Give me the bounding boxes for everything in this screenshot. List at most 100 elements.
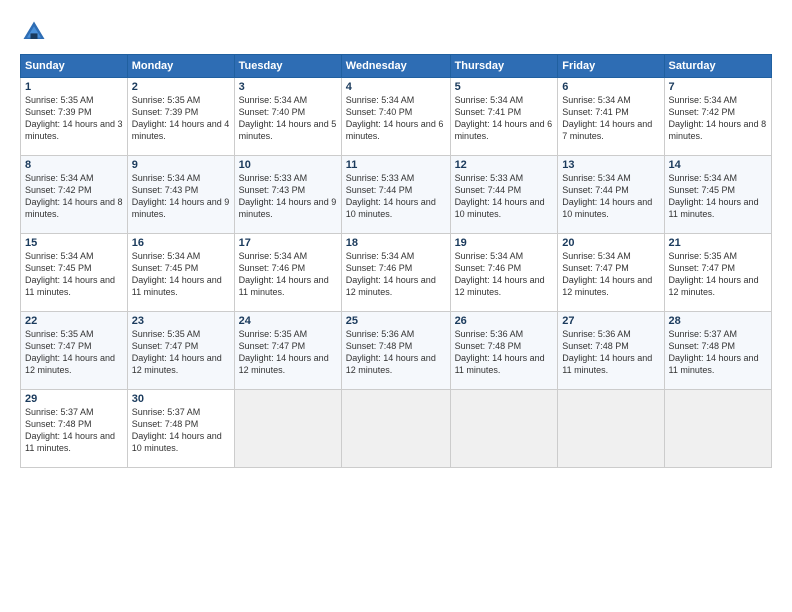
day-info: Sunrise: 5:34 AMSunset: 7:46 PMDaylight:… <box>346 250 446 299</box>
calendar-cell: 22Sunrise: 5:35 AMSunset: 7:47 PMDayligh… <box>21 312 128 390</box>
daylight-label: Daylight: 14 hours and 3 minutes. <box>25 119 123 141</box>
day-number: 30 <box>132 393 230 405</box>
calendar-cell: 5Sunrise: 5:34 AMSunset: 7:41 PMDaylight… <box>450 78 558 156</box>
calendar-cell: 9Sunrise: 5:34 AMSunset: 7:43 PMDaylight… <box>127 156 234 234</box>
sunrise-label: Sunrise: 5:34 AM <box>455 251 524 261</box>
calendar-cell: 8Sunrise: 5:34 AMSunset: 7:42 PMDaylight… <box>21 156 128 234</box>
daylight-label: Daylight: 14 hours and 8 minutes. <box>669 119 767 141</box>
calendar-cell: 7Sunrise: 5:34 AMSunset: 7:42 PMDaylight… <box>664 78 771 156</box>
sunset-label: Sunset: 7:40 PM <box>346 107 413 117</box>
sunrise-label: Sunrise: 5:34 AM <box>346 251 415 261</box>
calendar-cell: 24Sunrise: 5:35 AMSunset: 7:47 PMDayligh… <box>234 312 341 390</box>
daylight-label: Daylight: 14 hours and 5 minutes. <box>239 119 337 141</box>
sunrise-label: Sunrise: 5:36 AM <box>455 329 524 339</box>
day-number: 26 <box>455 315 554 327</box>
calendar-cell: 3Sunrise: 5:34 AMSunset: 7:40 PMDaylight… <box>234 78 341 156</box>
daylight-label: Daylight: 14 hours and 10 minutes. <box>455 197 545 219</box>
calendar-cell <box>664 390 771 468</box>
day-number: 13 <box>562 159 659 171</box>
logo <box>20 18 52 46</box>
sunset-label: Sunset: 7:46 PM <box>346 263 413 273</box>
day-number: 12 <box>455 159 554 171</box>
calendar-cell: 16Sunrise: 5:34 AMSunset: 7:45 PMDayligh… <box>127 234 234 312</box>
daylight-label: Daylight: 14 hours and 11 minutes. <box>455 353 545 375</box>
calendar-cell: 27Sunrise: 5:36 AMSunset: 7:48 PMDayligh… <box>558 312 664 390</box>
calendar-cell: 1Sunrise: 5:35 AMSunset: 7:39 PMDaylight… <box>21 78 128 156</box>
calendar-cell: 14Sunrise: 5:34 AMSunset: 7:45 PMDayligh… <box>664 156 771 234</box>
sunset-label: Sunset: 7:48 PM <box>25 419 92 429</box>
day-number: 17 <box>239 237 337 249</box>
sunset-label: Sunset: 7:48 PM <box>132 419 199 429</box>
day-info: Sunrise: 5:34 AM Sunset: 7:46 PM Daylight:… <box>455 250 554 299</box>
calendar-cell: 18Sunrise: 5:34 AMSunset: 7:46 PMDayligh… <box>341 234 450 312</box>
day-info: Sunrise: 5:34 AMSunset: 7:41 PMDaylight:… <box>455 94 554 143</box>
day-number: 22 <box>25 315 123 327</box>
daylight-label: Daylight: 14 hours and 9 minutes. <box>239 197 337 219</box>
sunset-label: Sunset: 7:47 PM <box>25 341 92 351</box>
sunset-label: Sunset: 7:40 PM <box>239 107 306 117</box>
daylight-label: Daylight: 14 hours and 11 minutes. <box>239 275 329 297</box>
calendar-cell: 4Sunrise: 5:34 AMSunset: 7:40 PMDaylight… <box>341 78 450 156</box>
day-number: 1 <box>25 81 123 93</box>
day-number: 9 <box>132 159 230 171</box>
day-info: Sunrise: 5:37 AMSunset: 7:48 PMDaylight:… <box>669 328 767 377</box>
daylight-label: Daylight: 14 hours and 12 minutes. <box>455 275 545 297</box>
sunrise-label: Sunrise: 5:35 AM <box>669 251 738 261</box>
calendar-header-sunday: Sunday <box>21 55 128 78</box>
calendar-cell: 26Sunrise: 5:36 AMSunset: 7:48 PMDayligh… <box>450 312 558 390</box>
sunrise-label: Sunrise: 5:35 AM <box>25 329 94 339</box>
daylight-label: Daylight: 14 hours and 9 minutes. <box>132 197 230 219</box>
day-info: Sunrise: 5:34 AMSunset: 7:42 PMDaylight:… <box>25 172 123 221</box>
day-number: 18 <box>346 237 446 249</box>
day-number: 5 <box>455 81 554 93</box>
daylight-label: Daylight: 14 hours and 11 minutes. <box>25 431 115 453</box>
sunrise-label: Sunrise: 5:34 AM <box>239 95 308 105</box>
sunset-label: Sunset: 7:45 PM <box>25 263 92 273</box>
calendar-cell: 13Sunrise: 5:34 AMSunset: 7:44 PMDayligh… <box>558 156 664 234</box>
header <box>20 18 772 46</box>
day-number: 25 <box>346 315 446 327</box>
calendar-cell: 28Sunrise: 5:37 AMSunset: 7:48 PMDayligh… <box>664 312 771 390</box>
daylight-label: Daylight: 14 hours and 7 minutes. <box>562 119 652 141</box>
sunset-label: Sunset: 7:41 PM <box>562 107 629 117</box>
sunset-label: Sunset: 7:42 PM <box>669 107 736 117</box>
day-number: 24 <box>239 315 337 327</box>
calendar-cell: 17Sunrise: 5:34 AMSunset: 7:46 PMDayligh… <box>234 234 341 312</box>
sunset-label: Sunset: 7:43 PM <box>239 185 306 195</box>
sunrise-label: Sunrise: 5:35 AM <box>239 329 308 339</box>
calendar-header-row: SundayMondayTuesdayWednesdayThursdayFrid… <box>21 55 772 78</box>
calendar-header-friday: Friday <box>558 55 664 78</box>
sunset-label: Sunset: 7:41 PM <box>455 107 522 117</box>
sunset-label: Sunset: 7:46 PM <box>455 263 522 273</box>
day-info: Sunrise: 5:35 AMSunset: 7:47 PMDaylight:… <box>239 328 337 377</box>
calendar-header-saturday: Saturday <box>664 55 771 78</box>
day-info: Sunrise: 5:34 AM Sunset: 7:40 PM Daylight:… <box>239 94 337 143</box>
calendar-cell: 2Sunrise: 5:35 AMSunset: 7:39 PMDaylight… <box>127 78 234 156</box>
day-info: Sunrise: 5:34 AMSunset: 7:45 PMDaylight:… <box>669 172 767 221</box>
day-info: Sunrise: 5:35 AMSunset: 7:47 PMDaylight:… <box>132 328 230 377</box>
day-info: Sunrise: 5:34 AMSunset: 7:42 PMDaylight:… <box>669 94 767 143</box>
day-info: Sunrise: 5:37 AMSunset: 7:48 PMDaylight:… <box>132 406 230 455</box>
day-number: 4 <box>346 81 446 93</box>
calendar-cell: 21Sunrise: 5:35 AMSunset: 7:47 PMDayligh… <box>664 234 771 312</box>
day-number: 15 <box>25 237 123 249</box>
day-number: 8 <box>25 159 123 171</box>
daylight-label: Daylight: 14 hours and 11 minutes. <box>25 275 115 297</box>
calendar-cell <box>341 390 450 468</box>
sunset-label: Sunset: 7:44 PM <box>346 185 413 195</box>
sunset-label: Sunset: 7:39 PM <box>25 107 92 117</box>
calendar-cell: 10Sunrise: 5:33 AMSunset: 7:43 PMDayligh… <box>234 156 341 234</box>
sunset-label: Sunset: 7:47 PM <box>132 341 199 351</box>
calendar-week-5: 29Sunrise: 5:37 AMSunset: 7:48 PMDayligh… <box>21 390 772 468</box>
calendar-week-1: 1Sunrise: 5:35 AMSunset: 7:39 PMDaylight… <box>21 78 772 156</box>
sunset-label: Sunset: 7:46 PM <box>239 263 306 273</box>
calendar-header-thursday: Thursday <box>450 55 558 78</box>
sunset-label: Sunset: 7:48 PM <box>562 341 629 351</box>
day-info: Sunrise: 5:36 AMSunset: 7:48 PMDaylight:… <box>346 328 446 377</box>
daylight-label: Daylight: 14 hours and 11 minutes. <box>669 353 759 375</box>
day-number: 20 <box>562 237 659 249</box>
daylight-label: Daylight: 14 hours and 12 minutes. <box>239 353 329 375</box>
calendar-cell: 23Sunrise: 5:35 AMSunset: 7:47 PMDayligh… <box>127 312 234 390</box>
day-number: 23 <box>132 315 230 327</box>
day-number: 6 <box>562 81 659 93</box>
